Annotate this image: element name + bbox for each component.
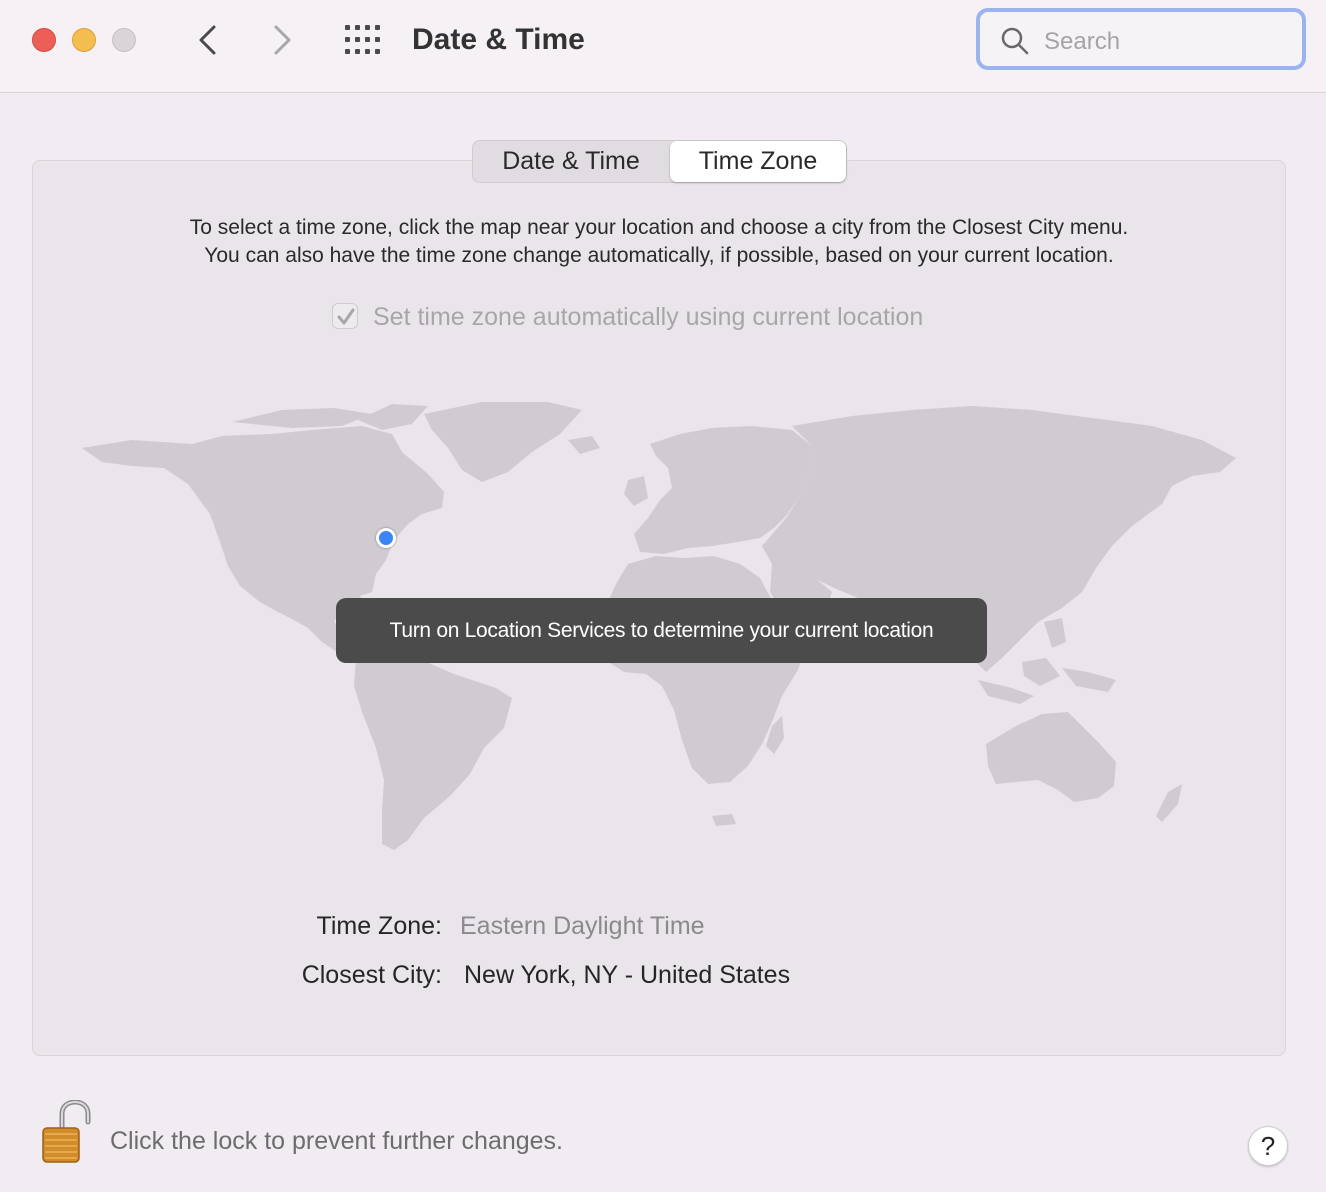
location-services-notice: Turn on Location Services to determine y…	[336, 598, 987, 663]
continent-south-america	[354, 648, 512, 850]
chevron-left-icon	[199, 25, 216, 55]
description-line-1: To select a time zone, click the map nea…	[189, 216, 1129, 239]
continent-greenland	[424, 402, 582, 482]
closest-city-label: Closest City:	[301, 961, 442, 989]
current-location-marker[interactable]	[376, 528, 396, 548]
close-window-button[interactable]	[32, 28, 56, 52]
unlocked-padlock-icon[interactable]	[40, 1099, 92, 1164]
minimize-window-button[interactable]	[72, 28, 96, 52]
auto-time-zone-checkbox[interactable]	[332, 303, 358, 329]
chevron-right-icon	[274, 25, 291, 55]
lock-status-text: Click the lock to prevent further change…	[110, 1127, 564, 1155]
time-zone-description: To select a time zone, click the map nea…	[32, 214, 1286, 270]
continent-australia	[986, 712, 1116, 802]
show-all-preferences-button[interactable]	[344, 24, 384, 56]
search-icon	[1001, 27, 1029, 55]
tab-time-zone[interactable]: Time Zone	[670, 141, 846, 182]
time-zone-label: Time Zone:	[316, 912, 442, 940]
window-title: Date & Time	[412, 23, 585, 56]
description-line-2: You can also have the time zone change a…	[204, 244, 1114, 267]
time-zone-value: Eastern Daylight Time	[460, 912, 705, 940]
arctic-islands	[232, 408, 372, 428]
help-button[interactable]: ?	[1248, 1126, 1288, 1166]
checkmark-icon	[337, 308, 355, 325]
tab-date-time[interactable]: Date & Time	[473, 141, 669, 182]
grid-icon	[345, 25, 380, 54]
back-button[interactable]	[188, 20, 228, 60]
tab-bar: Date & Time Time Zone	[472, 140, 847, 183]
auto-time-zone-label: Set time zone automatically using curren…	[373, 303, 924, 331]
search-field[interactable]	[976, 8, 1306, 70]
forward-button[interactable]	[262, 20, 302, 60]
search-input[interactable]	[1042, 26, 1286, 58]
zoom-window-button[interactable]	[112, 28, 136, 52]
closest-city-popup[interactable]: New York, NY - United States	[464, 961, 790, 990]
title-bar: Date & Time	[0, 0, 1326, 93]
